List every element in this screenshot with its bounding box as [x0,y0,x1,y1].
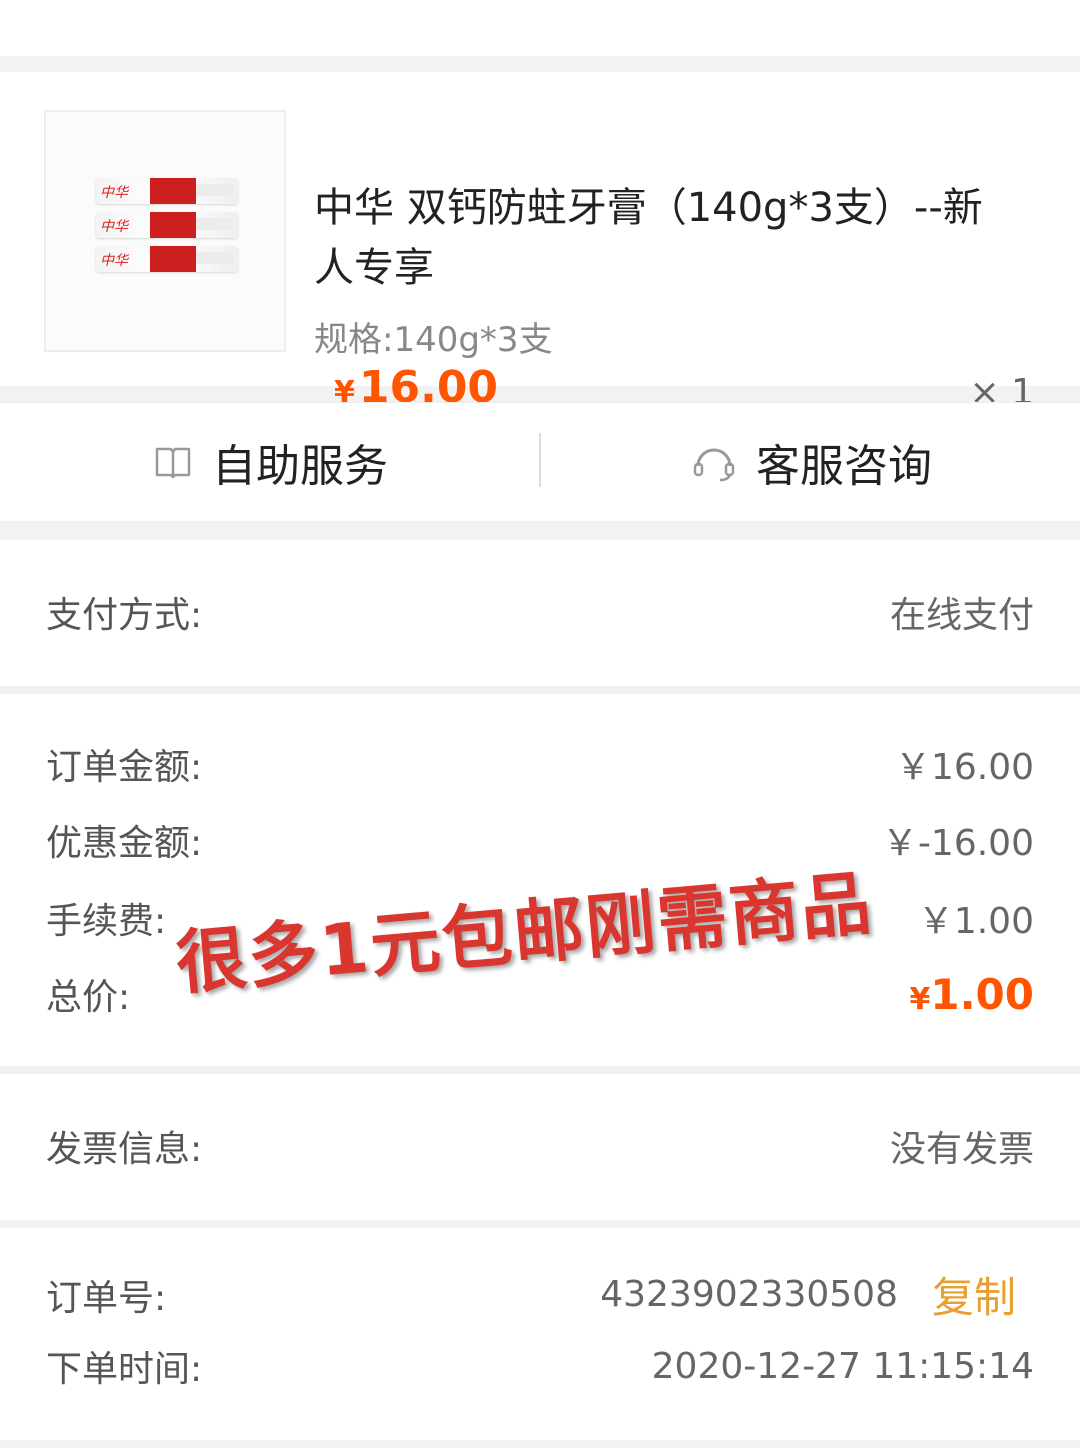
order-amount-value: ￥16.00 [894,747,1034,788]
order-number-group: 4323902330508 复制 [600,1264,1034,1325]
invoice-label: 发票信息: [46,1129,203,1170]
product-card[interactable]: 中华 中华 中华 中华 双钙防蛀牙膏（140g*3支）--新人专享 规格:140… [0,72,1080,413]
tube-brand-label: 中华 [100,185,128,201]
product-thumbnail[interactable]: 中华 中华 中华 [44,110,286,352]
customer-service-label: 客服咨询 [756,441,932,492]
order-number-row: 订单号: 4323902330508 复制 [46,1264,1034,1325]
total-amount: 1.00 [930,969,1034,1019]
discount-value: ￥-16.00 [881,823,1034,864]
payment-method-row: 支付方式: 在线支付 [46,586,1034,638]
invoice-section: 发票信息: 没有发票 [0,1074,1080,1220]
order-info-section: 订单号: 4323902330508 复制 下单时间: 2020-12-27 1… [0,1228,1080,1440]
discount-label: 优惠金额: [46,823,203,864]
discount-row: 优惠金额: ￥-16.00 [46,814,1034,866]
total-label: 总价: [46,977,131,1018]
order-amount-row: 订单金额: ￥16.00 [46,738,1034,790]
tube-brand-label: 中华 [100,219,128,235]
copy-button[interactable]: 复制 [932,1264,1016,1325]
self-service-button[interactable]: 自助服务 [154,403,388,521]
toothpaste-tube-image: 中华 [96,212,238,238]
customer-service-button[interactable]: 客服咨询 [692,403,932,521]
fee-value: ￥1.00 [917,901,1034,942]
product-spec: 规格:140g*3支 [314,320,553,360]
payment-method-value: 在线支付 [889,595,1034,636]
order-time-row: 下单时间: 2020-12-27 11:15:14 [46,1340,1034,1392]
order-time-label: 下单时间: [46,1349,203,1390]
total-value: ¥1.00 [909,970,1034,1019]
self-service-label: 自助服务 [212,441,388,492]
tube-brand-label: 中华 [100,253,128,269]
order-number-value: 4323902330508 [600,1274,898,1315]
payment-section: 支付方式: 在线支付 [0,540,1080,686]
order-time-value: 2020-12-27 11:15:14 [651,1345,1034,1387]
invoice-value: 没有发票 [889,1129,1034,1170]
book-icon [155,447,191,479]
order-number-label: 订单号: [46,1277,167,1319]
top-strip [0,0,1080,56]
headset-icon [693,448,735,482]
toothpaste-tube-image: 中华 [96,246,238,272]
payment-method-label: 支付方式: [46,595,203,636]
product-title[interactable]: 中华 双钙防蛀牙膏（140g*3支）--新人专享 [314,178,1014,298]
fee-label: 手续费: [46,901,167,942]
toothpaste-tube-image: 中华 [96,178,238,204]
actions-divider [539,433,541,487]
order-amount-label: 订单金额: [46,747,203,788]
total-currency: ¥ [909,981,931,1017]
service-actions-bar: 自助服务 客服咨询 [0,402,1080,521]
invoice-row: 发票信息: 没有发票 [46,1120,1034,1172]
